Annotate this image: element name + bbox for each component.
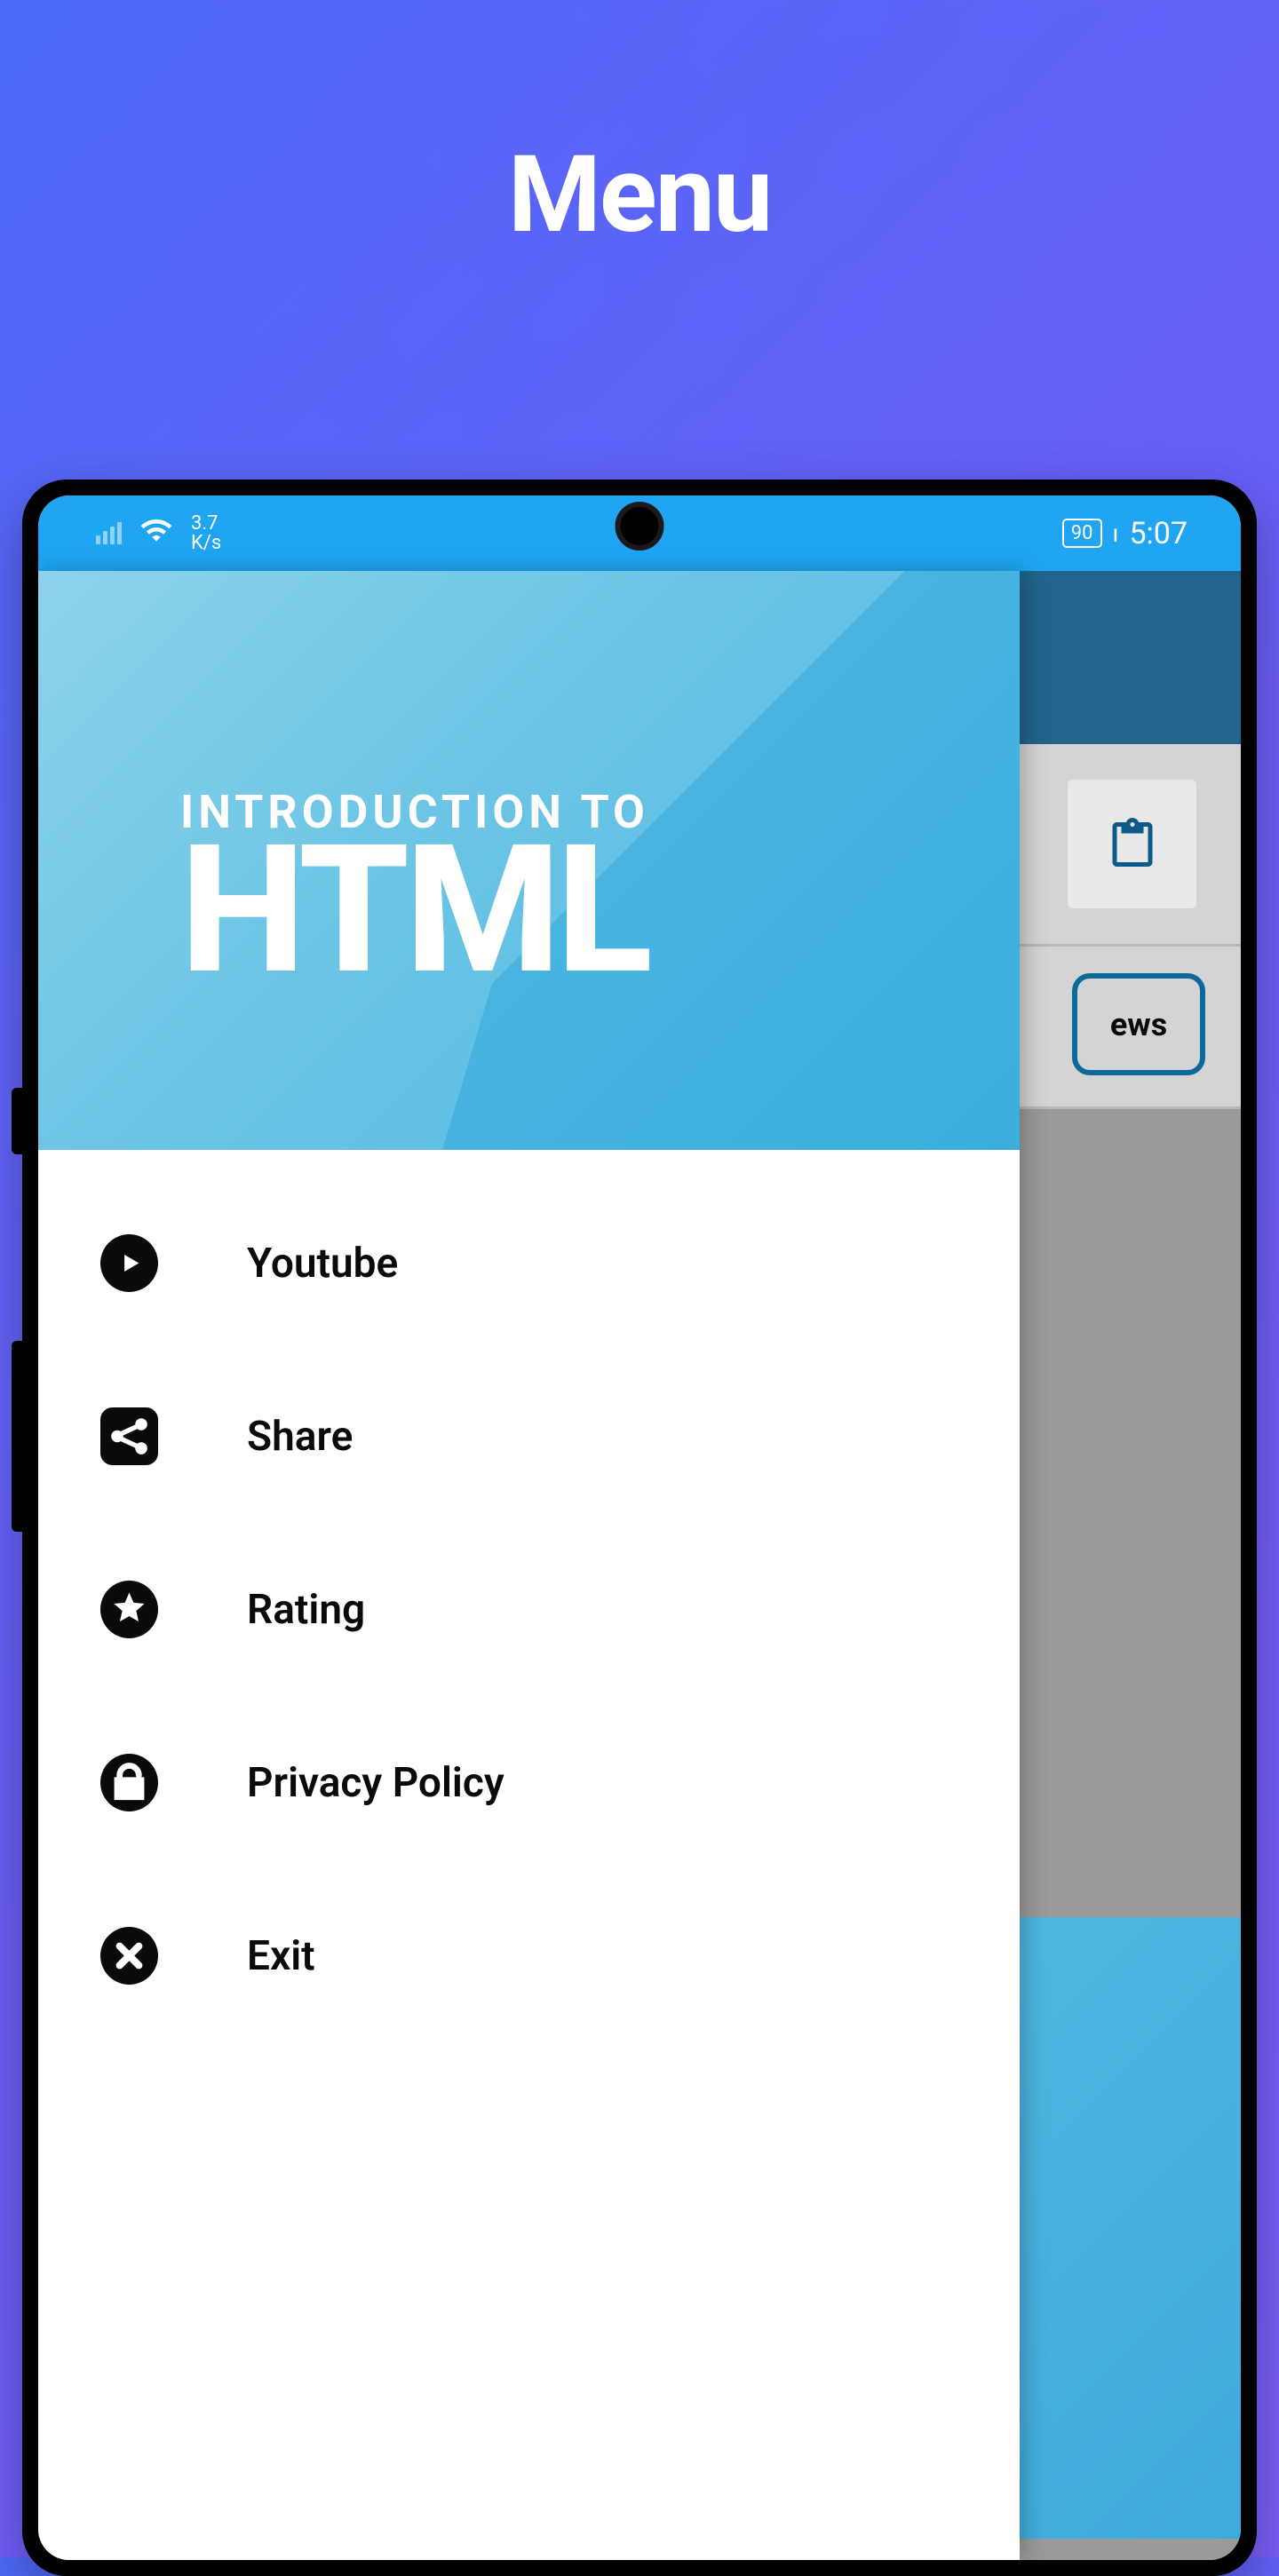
menu-item-label: Rating	[247, 1586, 365, 1634]
menu-item-label: Privacy Policy	[247, 1759, 504, 1807]
menu-list: Youtube Share Rating	[38, 1150, 1020, 2069]
youtube-icon	[100, 1234, 158, 1292]
page-title: Menu	[508, 133, 771, 258]
menu-item-privacy[interactable]: Privacy Policy	[38, 1696, 1020, 1869]
tab-partial[interactable]: ews	[1072, 973, 1205, 1075]
wifi-icon	[139, 513, 173, 553]
phone-frame: 3.7 K/s 90 ı 5:07 ews	[22, 480, 1257, 2576]
header-title: HTML	[180, 830, 1020, 990]
star-icon	[100, 1581, 158, 1638]
phone-side-button	[12, 1088, 22, 1154]
camera-notch	[616, 502, 664, 551]
menu-item-exit[interactable]: Exit	[38, 1869, 1020, 2042]
menu-item-label: Youtube	[247, 1240, 398, 1288]
app-content: ews INTRODUCTION TO HTML Youtube	[38, 571, 1241, 2560]
speed-indicator: 3.7 K/s	[191, 514, 221, 553]
share-icon	[100, 1407, 158, 1465]
time-indicator: 5:07	[1129, 516, 1188, 551]
phone-side-button	[12, 1341, 22, 1532]
close-icon	[100, 1927, 158, 1985]
menu-item-rating[interactable]: Rating	[38, 1523, 1020, 1696]
menu-item-share[interactable]: Share	[38, 1350, 1020, 1523]
menu-item-label: Exit	[247, 1932, 315, 1980]
drawer-header: INTRODUCTION TO HTML	[38, 571, 1020, 1150]
navigation-drawer: INTRODUCTION TO HTML Youtube Sh	[38, 571, 1020, 2560]
menu-item-label: Share	[247, 1413, 353, 1461]
signal-icon	[96, 522, 122, 544]
battery-bar: ı	[1113, 519, 1119, 548]
clipboard-icon	[1068, 780, 1196, 908]
menu-item-youtube[interactable]: Youtube	[38, 1177, 1020, 1350]
lock-icon	[100, 1754, 158, 1811]
phone-screen: 3.7 K/s 90 ı 5:07 ews	[38, 495, 1241, 2560]
battery-icon: 90	[1062, 519, 1102, 548]
